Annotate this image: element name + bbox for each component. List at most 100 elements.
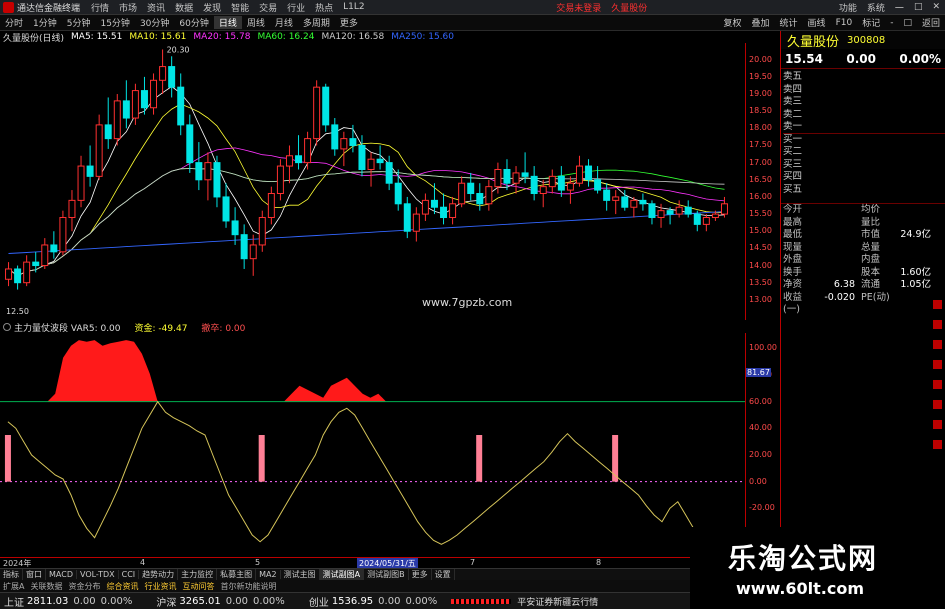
indicator-gear-icon[interactable] [3,323,11,331]
candle-body [231,220,239,236]
tab-main-monitor[interactable]: 主力监控 [178,569,218,580]
candle-body [449,203,457,219]
tab-cci[interactable]: CCI [119,570,140,579]
menu-data[interactable]: 数据 [170,1,198,14]
close-button[interactable]: ✕ [927,2,945,12]
period-more[interactable]: 更多 [335,16,363,29]
candlestick-svg[interactable]: 20.30 12.50 [0,43,745,320]
tab-settings[interactable]: 设置 [432,569,455,580]
ftab-new-features[interactable]: 首尔新功能说明 [217,581,279,592]
index-sh-label[interactable]: 上证 [4,594,24,609]
trade-login-link[interactable]: 交易未登录 [551,1,606,14]
period-60min[interactable]: 60分钟 [174,16,213,29]
stock-name-link[interactable]: 久量股份 [606,1,652,14]
minimize-button[interactable]: 一 [890,1,909,14]
candle-body [195,162,203,181]
indicator-svg[interactable] [0,333,745,557]
broker-label: 平安证券新疆云行情 [517,597,599,608]
candle-body [702,217,710,225]
tab-private-main[interactable]: 私募主图 [217,569,257,580]
tool-max[interactable]: □ [898,18,917,28]
tab-test-main[interactable]: 测试主图 [281,569,320,580]
tool-mark[interactable]: 标记 [857,16,885,29]
tab-macd[interactable]: MACD [46,570,77,579]
side-draw-icon [933,360,942,369]
tool-adjust[interactable]: 复权 [719,16,747,29]
tool-draw[interactable]: 画线 [803,16,831,29]
price-tick-label: 13.00 [749,294,772,304]
menu-exchange[interactable]: 市场 [114,1,142,14]
tab-indicator[interactable]: 指标 [0,569,23,580]
quote-price: 15.54 [785,51,823,66]
price-tick-label: 19.00 [749,89,772,99]
ftab-industry-news[interactable]: 行业资讯 [141,581,179,592]
candle-body [68,199,76,219]
maximize-button[interactable]: □ [909,2,928,12]
tab-window[interactable]: 窗口 [23,569,46,580]
field-label: 均价 [861,204,881,215]
index-sz-label[interactable]: 沪深 [156,594,176,609]
menu-market[interactable]: 行情 [86,1,114,14]
index-cy-label[interactable]: 创业 [309,594,329,609]
ftab-fund-dist[interactable]: 资金分布 [65,581,103,592]
indicator-tick-label: 20.00 [749,450,772,459]
menu-l1l2[interactable]: L1L2 [338,2,369,12]
period-toolbar: 分时 1分钟 5分钟 15分钟 30分钟 60分钟 日线 周线 月线 多周期 更… [0,15,945,31]
index-sh-change: 0.00 [73,595,96,607]
ftab-ext-a[interactable]: 扩展A [0,581,27,592]
tab-test-sub-a[interactable]: 测试副图A [319,569,365,580]
candle-body [539,186,547,195]
menu-news[interactable]: 资讯 [142,1,170,14]
tool-f10[interactable]: F10 [831,18,858,28]
tab-ma2[interactable]: MA2 [256,570,281,579]
ftab-qa[interactable]: 互动问答 [179,581,217,592]
candlestick-chart[interactable]: 20.30 12.50 www.7gpzb.com [0,43,745,320]
function-button[interactable]: 功能 [834,1,862,14]
quote-fields: 今开 均价 最高 量比 最低 市值 24.9亿 现量 总量 外盘 内盘 换手 股… [781,204,945,315]
period-15min[interactable]: 15分钟 [95,16,134,29]
candle-body [340,138,348,150]
tab-test-sub-b[interactable]: 测试副图B [364,569,409,580]
period-weekly[interactable]: 周线 [242,16,270,29]
price-tick-label: 16.50 [749,174,772,184]
quote-header: 久量股份 300808 [781,31,945,50]
bid-1: 买一 [783,133,803,145]
tool-back[interactable]: 返回 [917,16,945,29]
tab-vol[interactable]: VOL-TDX [77,570,119,579]
menu-industry[interactable]: 行业 [282,1,310,14]
period-monthly[interactable]: 月线 [270,16,298,29]
index-sz-change: 0.00 [225,595,249,607]
system-button[interactable]: 系统 [862,1,890,14]
tool-overlay[interactable]: 叠加 [747,16,775,29]
menu-discover[interactable]: 发现 [198,1,226,14]
ftab-general-news[interactable]: 综合资讯 [103,581,141,592]
ftab-related[interactable]: 关联数据 [27,581,65,592]
candle-body [458,182,466,205]
candle-body [59,217,67,253]
candle-body [630,199,638,208]
menu-hot[interactable]: 热点 [310,1,338,14]
period-30min[interactable]: 30分钟 [135,16,174,29]
date-axis: 2024年 4 5 2024/05/31/五 7 8 [0,557,780,569]
candle-body [711,213,719,219]
indicator-chart[interactable] [0,333,745,557]
period-daily[interactable]: 日线 [213,16,242,29]
price-axis: 20.00 19.50 19.00 18.50 18.00 17.50 17.00 16.50… [745,43,780,320]
field-label: 净资 [783,279,803,290]
menu-smart[interactable]: 智能 [226,1,254,14]
period-timeshare[interactable]: 分时 [0,16,28,29]
menu-trade[interactable]: 交易 [254,1,282,14]
indicator-tick-label: 60.00 [749,396,772,406]
ma60-label: MA60: 16.24 [257,32,315,42]
period-5min[interactable]: 5分钟 [62,16,96,29]
tool-min[interactable]: - [885,18,898,28]
candle-body [403,203,411,232]
period-1min[interactable]: 1分钟 [28,16,62,29]
tool-stats[interactable]: 统计 [775,16,803,29]
tab-trend[interactable]: 趋势动力 [139,569,179,580]
field-label: 外盘 [783,254,803,265]
period-multi[interactable]: 多周期 [298,16,335,29]
side-tool-icons[interactable] [930,300,945,530]
tab-more[interactable]: 更多 [409,569,432,580]
indicator-signal-bar [612,435,619,482]
